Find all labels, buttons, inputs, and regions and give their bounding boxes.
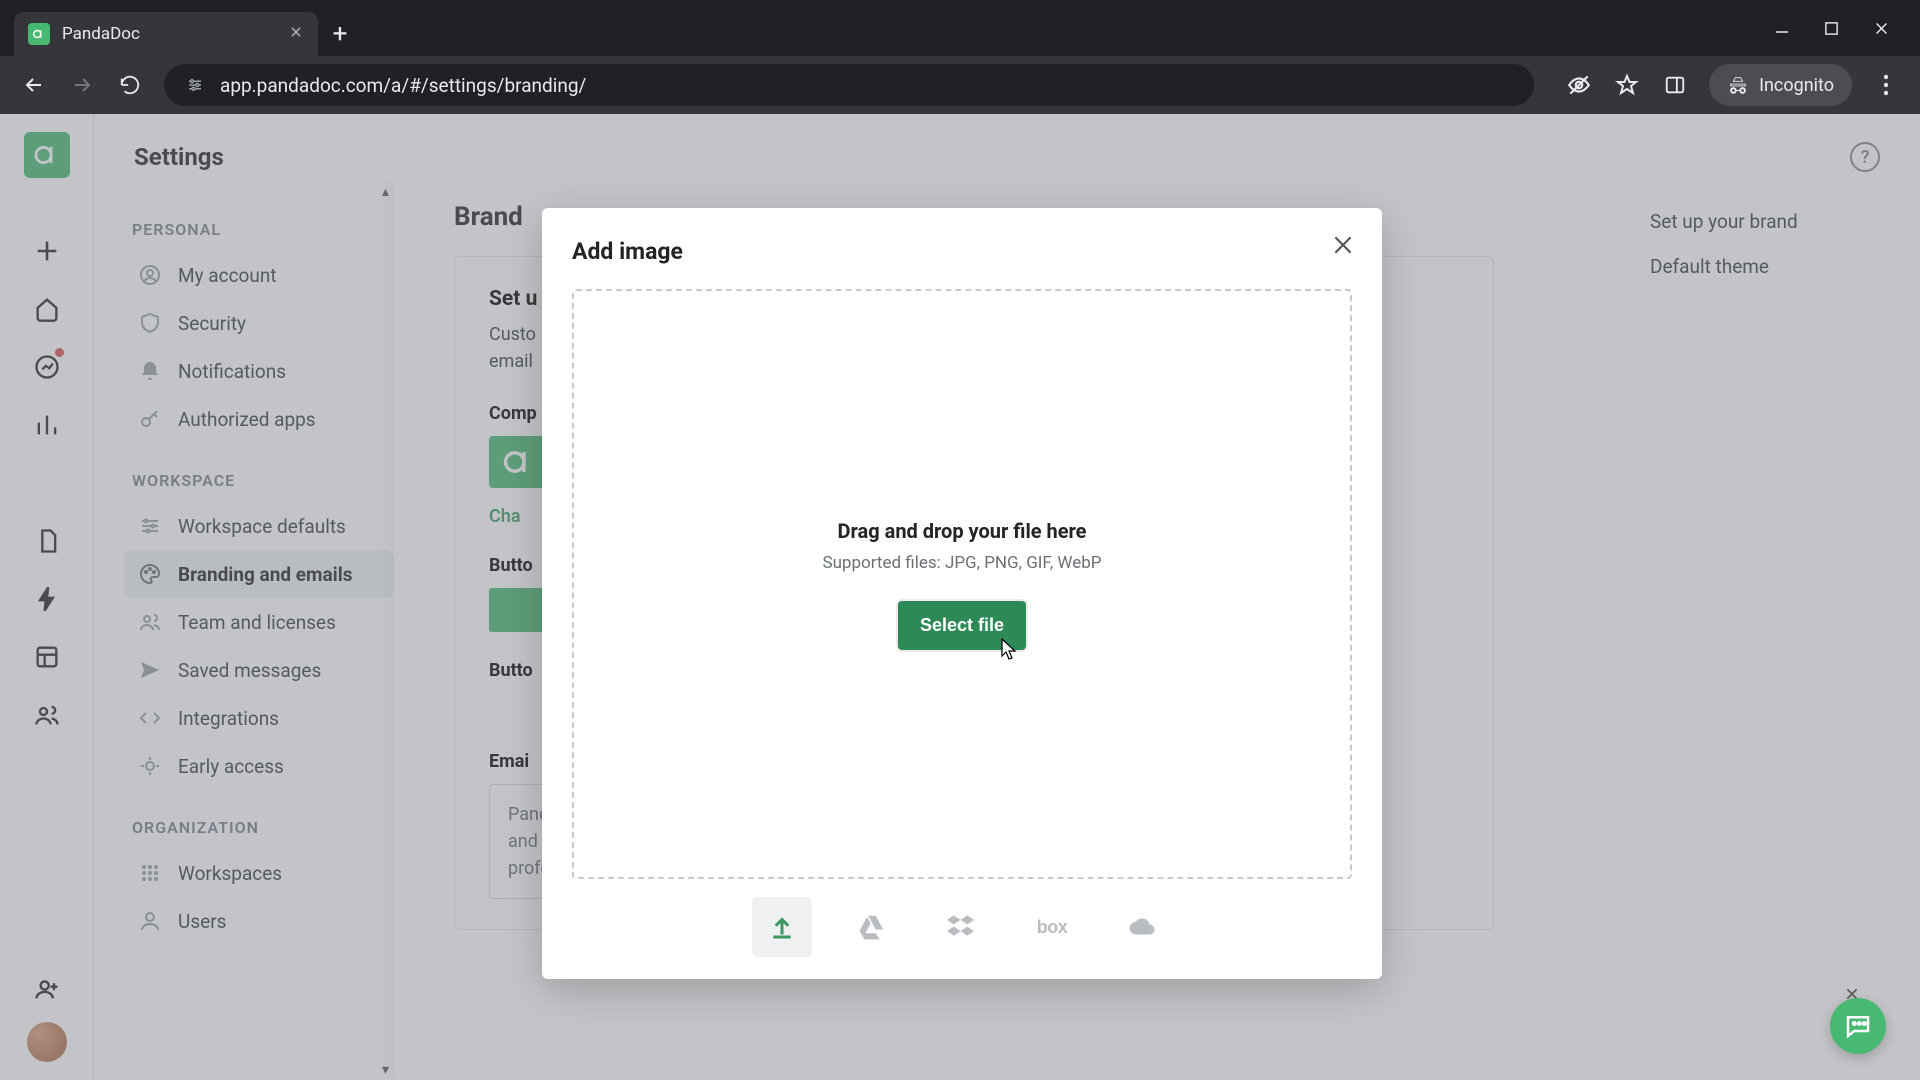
incognito-icon	[1727, 74, 1749, 96]
browser-tab-strip: PandaDoc +	[0, 0, 1920, 56]
browser-address-bar: app.pandadoc.com/a/#/settings/branding/ …	[0, 56, 1920, 114]
source-dropbox-button[interactable]	[932, 897, 992, 957]
incognito-label: Incognito	[1759, 75, 1834, 96]
bookmark-star-icon[interactable]	[1613, 71, 1641, 99]
nav-back-button[interactable]	[20, 71, 48, 99]
visibility-off-icon[interactable]	[1565, 71, 1593, 99]
add-image-modal: Add image Drag and drop your file here S…	[542, 208, 1382, 979]
browser-menu-icon[interactable]	[1872, 71, 1900, 99]
window-minimize-icon[interactable]	[1774, 20, 1790, 36]
window-maximize-icon[interactable]	[1824, 21, 1839, 36]
pandadoc-favicon-icon	[28, 23, 50, 45]
select-file-button[interactable]: Select file	[898, 601, 1026, 650]
source-box-button[interactable]: box	[1022, 897, 1082, 957]
cursor-icon	[996, 637, 1018, 663]
site-settings-icon	[186, 76, 204, 94]
source-google-drive-button[interactable]	[842, 897, 902, 957]
source-cloud-button[interactable]	[1112, 897, 1172, 957]
tab-title: PandaDoc	[62, 24, 140, 44]
upload-source-row: box	[572, 879, 1352, 965]
incognito-indicator[interactable]: Incognito	[1709, 64, 1852, 106]
source-upload-button[interactable]	[752, 897, 812, 957]
browser-tab[interactable]: PandaDoc	[14, 12, 318, 56]
dropzone-title: Drag and drop your file here	[838, 519, 1087, 543]
modal-title: Add image	[572, 238, 1352, 265]
nav-forward-button	[68, 71, 96, 99]
file-dropzone[interactable]: Drag and drop your file here Supported f…	[572, 289, 1352, 879]
chat-fab-button[interactable]	[1830, 998, 1886, 1054]
url-input[interactable]: app.pandadoc.com/a/#/settings/branding/	[164, 64, 1534, 106]
modal-close-button[interactable]	[1330, 232, 1356, 262]
new-tab-button[interactable]: +	[318, 12, 362, 56]
dropzone-subtitle: Supported files: JPG, PNG, GIF, WebP	[822, 553, 1101, 573]
tab-close-icon[interactable]	[288, 24, 304, 45]
nav-reload-button[interactable]	[116, 71, 144, 99]
url-text: app.pandadoc.com/a/#/settings/branding/	[220, 74, 586, 97]
side-panel-icon[interactable]	[1661, 71, 1689, 99]
window-close-icon[interactable]	[1873, 20, 1890, 37]
